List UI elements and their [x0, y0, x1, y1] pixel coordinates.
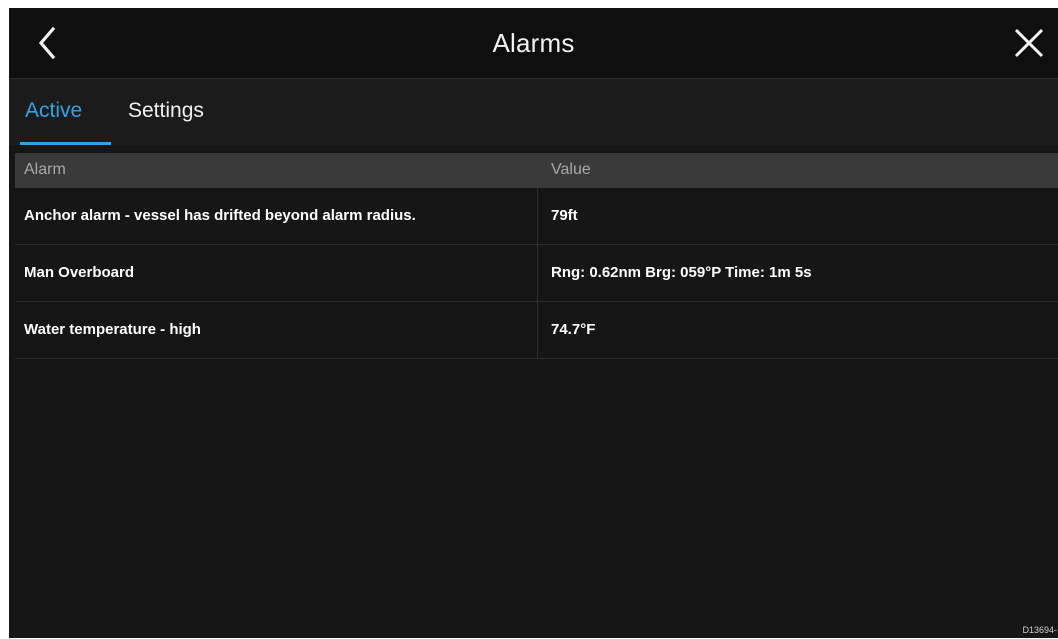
alarm-value: 79ft: [551, 207, 578, 224]
table-row[interactable]: Man Overboard Rng: 0.62nm Brg: 059°P Tim…: [15, 245, 1058, 302]
page-title: Alarms: [492, 28, 575, 58]
alarm-value: Rng: 0.62nm Brg: 059°P Time: 1m 5s: [551, 264, 812, 281]
alarms-screen: Alarms Active Settings Alarm Value Ancho…: [9, 8, 1058, 638]
table-header: Alarm Value: [15, 153, 1058, 188]
tab-bar: Active Settings: [9, 79, 1058, 145]
alarms-table: Alarm Value Anchor alarm - vessel has dr…: [15, 153, 1058, 359]
reference-code: D13694-: [1022, 625, 1057, 635]
table-row[interactable]: Water temperature - high 74.7°F: [15, 302, 1058, 359]
tab-settings[interactable]: Settings: [128, 99, 204, 123]
alarm-value: 74.7°F: [551, 321, 596, 338]
alarm-name: Man Overboard: [24, 264, 135, 281]
table-row[interactable]: Anchor alarm - vessel has drifted beyond…: [15, 188, 1058, 245]
active-tab-indicator: [20, 142, 111, 145]
close-icon: [1014, 28, 1044, 58]
close-button[interactable]: [1008, 22, 1050, 64]
tab-active[interactable]: Active: [25, 99, 82, 123]
alarm-name: Anchor alarm - vessel has drifted beyond…: [24, 207, 416, 224]
top-bar: Alarms: [9, 8, 1058, 79]
column-header-alarm: Alarm: [24, 161, 66, 178]
column-header-value: Value: [551, 161, 591, 178]
alarm-name: Water temperature - high: [24, 321, 201, 338]
